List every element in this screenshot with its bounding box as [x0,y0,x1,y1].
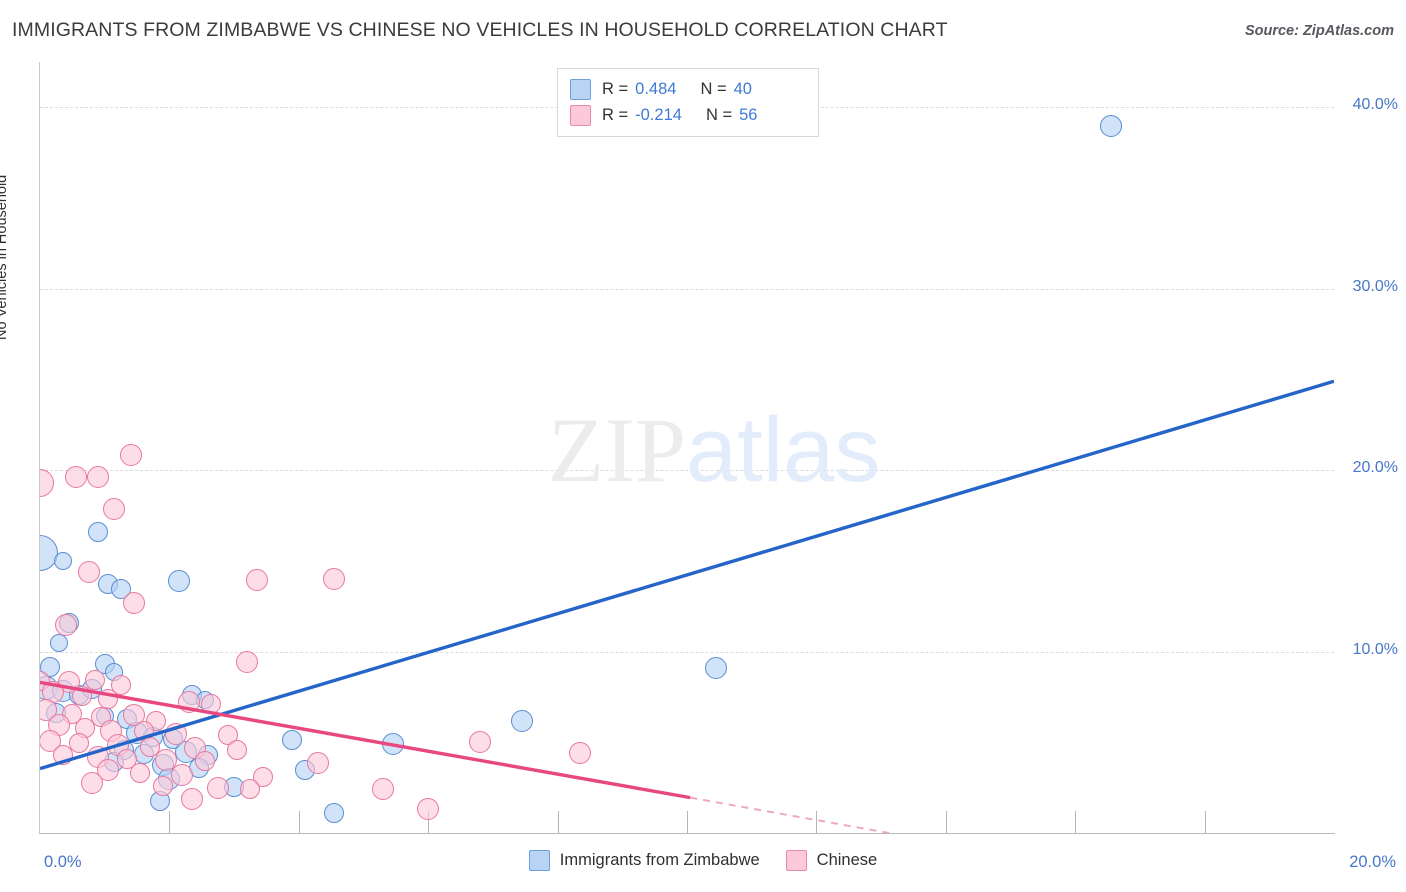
x-tick-mark [816,811,818,833]
legend-swatch-zimbabwe-icon [570,78,591,100]
data-point-blue [1099,115,1122,138]
data-point-pink [177,691,200,714]
series-swatch-chinese-icon [785,850,807,871]
data-point-blue [381,733,404,756]
n-label-chinese: N = [705,105,733,124]
data-point-blue [50,634,69,653]
data-point-pink [64,466,87,489]
data-point-pink [201,694,222,715]
data-point-pink [181,788,204,811]
data-point-pink [236,650,259,673]
correlation-stats-box: R = 0.484 N = 40 R = -0.214 N = 56 [557,68,819,137]
data-point-pink [569,742,592,765]
legend-item-zimbabwe[interactable]: Immigrants from Zimbabwe [528,850,760,871]
data-point-pink [40,468,54,497]
gridline-y [40,470,1334,472]
x-tick-mark [1075,811,1077,833]
x-tick-mark [687,811,688,833]
x-axis-line [39,833,1335,834]
data-point-blue [53,551,72,570]
y-tick-label: 40.0% [1352,96,1398,114]
data-point-pink [80,772,103,795]
data-point-pink [245,568,268,591]
data-point-blue [88,521,109,542]
gridline-y [40,288,1334,290]
trendline-dashed-chinese [690,796,895,833]
data-point-pink [164,723,187,746]
data-point-pink [84,669,105,690]
data-point-pink [77,560,100,583]
legend-swatch-chinese-icon [570,104,591,126]
y-tick-label: 30.0% [1352,277,1398,295]
data-point-pink [227,739,248,760]
data-point-blue [324,803,345,824]
data-point-blue [705,656,728,679]
n-value-zimbabwe: 40 [733,79,752,98]
r-value-zimbabwe: 0.484 [635,79,677,98]
data-point-pink [323,568,346,591]
x-tick-mark [1204,811,1206,833]
n-value-chinese: 56 [739,105,758,124]
x-tick-mark [169,811,171,833]
data-point-pink [206,776,229,799]
x-tick-mark [298,811,300,833]
series-legend: Immigrants from Zimbabwe Chinese [0,850,1406,871]
legend-label-zimbabwe: Immigrants from Zimbabwe [559,851,760,869]
data-point-pink [307,752,330,775]
n-label-zimbabwe: N = [700,79,727,98]
r-label-chinese: R = [602,105,629,124]
y-tick-label: 10.0% [1352,640,1398,658]
data-point-blue [282,730,303,751]
source-attribution: Source: ZipAtlas.com [1244,23,1394,39]
data-point-pink [87,466,110,489]
legend-label-chinese: Chinese [816,851,878,869]
data-point-pink [194,751,215,772]
stats-row-chinese: R = -0.214 N = 56 [570,102,808,128]
data-point-blue [168,569,191,592]
data-point-pink [468,731,491,754]
data-point-pink [72,686,93,707]
y-axis-title: No Vehicles in Household [0,174,10,340]
data-point-pink [240,779,261,800]
trendline-layer [40,379,1334,833]
y-tick-label: 20.0% [1352,459,1398,477]
data-point-pink [130,763,151,784]
data-point-pink [152,775,173,796]
r-value-chinese: -0.214 [635,105,682,124]
trendline-zimbabwe [40,379,1334,771]
scatter-plot-area [40,62,1334,833]
data-point-pink [171,763,194,786]
data-point-pink [54,614,77,637]
data-point-pink [103,498,126,521]
x-tick-mark [945,811,947,833]
data-point-pink [122,591,145,614]
r-label-zimbabwe: R = [602,79,629,98]
series-swatch-zimbabwe-icon [528,850,550,871]
data-point-blue [511,709,533,732]
data-point-pink [371,777,394,800]
gridline-y [40,651,1334,653]
data-point-pink [52,744,73,765]
legend-item-chinese[interactable]: Chinese [785,850,878,871]
x-tick-mark [557,811,559,833]
data-point-pink [119,443,142,466]
data-point-pink [97,688,118,709]
data-point-pink [417,798,440,821]
page-title: IMMIGRANTS FROM ZIMBABWE VS CHINESE NO V… [12,19,948,41]
stats-row-zimbabwe: R = 0.484 N = 40 [570,76,808,102]
